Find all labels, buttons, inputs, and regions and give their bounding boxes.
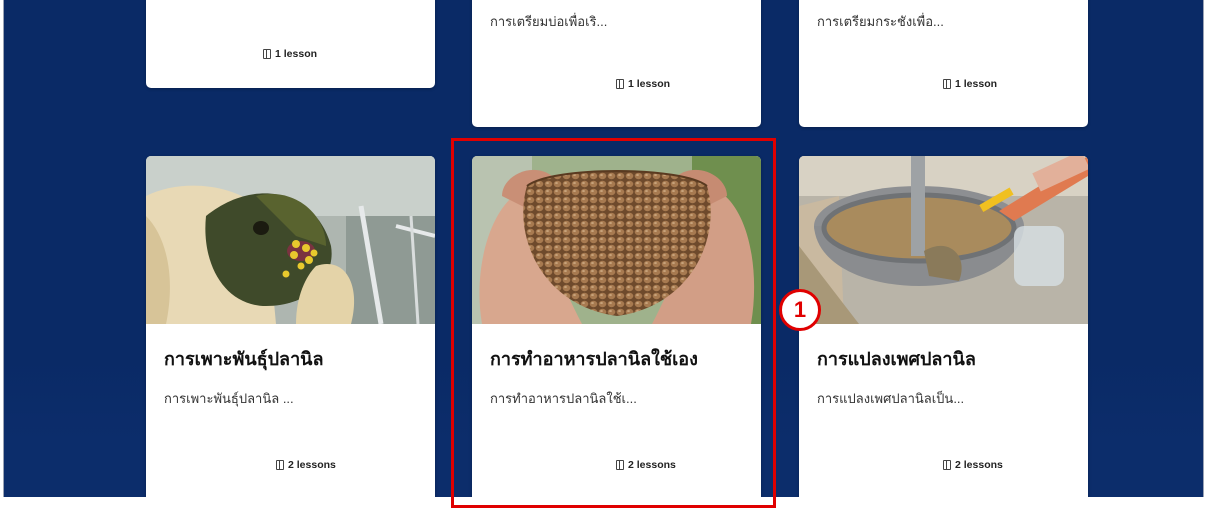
lesson-count-label: 2 lessons xyxy=(288,459,336,471)
book-icon xyxy=(616,79,624,89)
lesson-count: 1 lesson xyxy=(943,78,997,90)
lesson-count-label: 1 lesson xyxy=(955,78,998,90)
step-number-badge: 1 xyxy=(779,289,821,331)
course-description: การเพาะพันธุ์ปลานิล ... xyxy=(164,391,294,406)
lesson-count-label: 1 lesson xyxy=(628,78,671,90)
lesson-count: 2 lessons xyxy=(276,459,336,471)
feed-mixing-bowl-image xyxy=(799,156,1088,324)
course-title[interactable]: การแปลงเพศปลานิล xyxy=(817,344,976,373)
lesson-count: 2 lessons xyxy=(943,459,1003,471)
course-card-breeding[interactable]: การเพาะพันธุ์ปลานิล การเพาะพันธุ์ปลานิล … xyxy=(146,156,435,497)
course-card-top-3[interactable]: การเตรียมกระชังเพื่อ... 1 lesson xyxy=(799,0,1088,127)
course-card-top-1[interactable]: 1 lesson xyxy=(146,0,435,88)
course-description: การแปลงเพศปลานิลเป็น... xyxy=(817,391,965,406)
course-thumbnail[interactable] xyxy=(799,156,1088,324)
book-icon xyxy=(943,460,951,470)
book-icon xyxy=(263,49,271,59)
course-thumbnail[interactable] xyxy=(146,156,435,324)
course-description: การเตรียมกระชังเพื่อ... xyxy=(817,14,944,29)
book-icon xyxy=(943,79,951,89)
book-icon xyxy=(276,460,284,470)
highlight-box xyxy=(451,138,776,508)
lesson-count-label: 1 lesson xyxy=(275,48,318,60)
course-card-sex-reversal[interactable]: การแปลงเพศปลานิล การแปลงเพศปลานิลเป็น...… xyxy=(799,156,1088,497)
course-title[interactable]: การเพาะพันธุ์ปลานิล xyxy=(164,344,324,373)
course-description: การเตรียมบ่อเพื่อเริ... xyxy=(490,14,608,29)
tilapia-fish-image xyxy=(146,156,435,324)
lesson-count-label: 2 lessons xyxy=(955,459,1003,471)
course-card-top-2[interactable]: การเตรียมบ่อเพื่อเริ... 1 lesson xyxy=(472,0,761,127)
lesson-count: 1 lesson xyxy=(263,48,317,60)
lesson-count: 1 lesson xyxy=(616,78,670,90)
